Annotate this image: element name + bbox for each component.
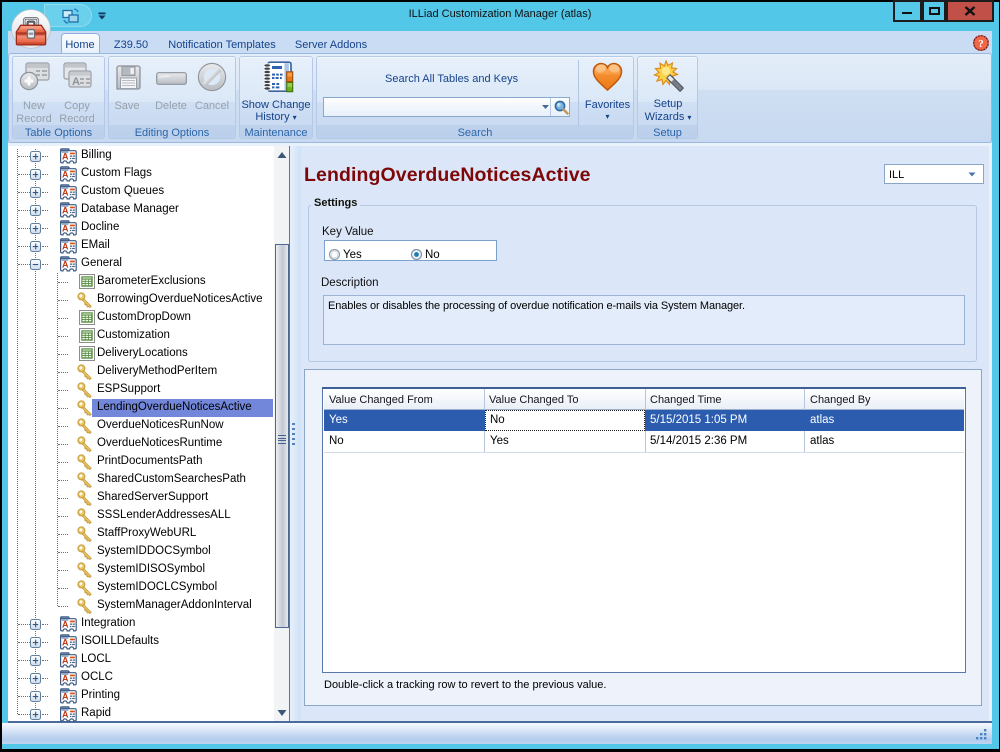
svg-text:A: A [72,76,80,88]
svg-text:?: ? [978,38,984,50]
